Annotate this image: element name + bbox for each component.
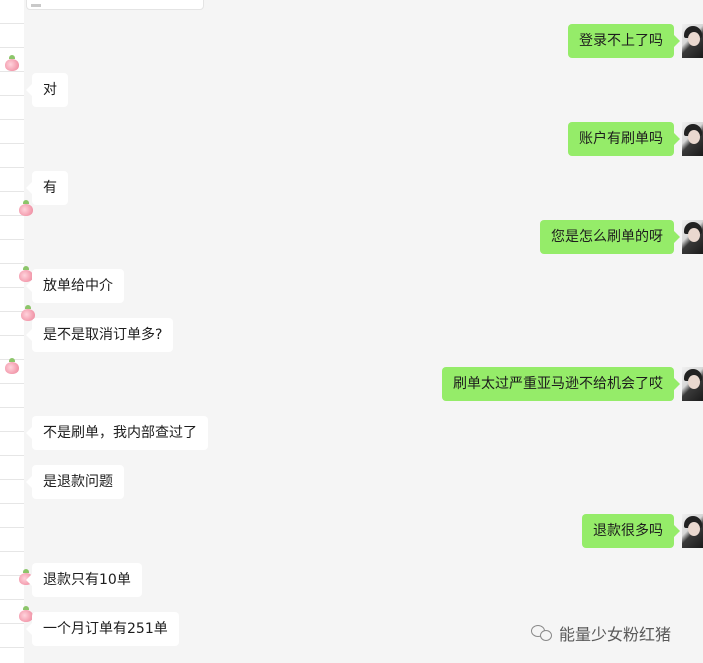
user-avatar[interactable] [682, 220, 703, 254]
received-message[interactable]: 是不是取消订单多? [25, 318, 174, 352]
sent-message[interactable]: 您是怎么刷单的呀 [540, 220, 680, 254]
sent-message[interactable]: 刷单太过严重亚马逊不给机会了哎 [442, 367, 680, 401]
watermark: 能量少女粉红猪 [531, 620, 671, 646]
adjacent-panel-strip [0, 0, 24, 663]
sent-message[interactable]: 登录不上了吗 [568, 24, 680, 58]
sent-message[interactable]: 退款很多吗 [582, 514, 680, 548]
received-message[interactable]: 一个月订单有251单 [26, 612, 179, 646]
wechat-official-account-icon [531, 624, 553, 642]
watermark-text: 能量少女粉红猪 [559, 625, 672, 644]
sent-message[interactable]: 账户有刷单吗 [568, 122, 680, 156]
received-message[interactable]: 有 [26, 171, 68, 205]
previous-message-fragment [26, 0, 204, 10]
user-avatar[interactable] [682, 24, 703, 58]
peach-sticker-icon [5, 358, 19, 374]
peach-sticker-icon [5, 55, 19, 71]
peach-sticker-icon [19, 200, 33, 216]
received-message[interactable]: 对 [26, 73, 68, 107]
peach-sticker-icon [19, 606, 33, 622]
received-message[interactable]: 是退款问题 [26, 465, 124, 499]
received-message[interactable]: 退款只有10单 [26, 563, 142, 597]
user-avatar[interactable] [682, 367, 703, 401]
received-message[interactable]: 放单给中介 [26, 269, 124, 303]
user-avatar[interactable] [682, 122, 703, 156]
received-message[interactable]: 不是刷单，我内部查过了 [26, 416, 208, 450]
user-avatar[interactable] [682, 514, 703, 548]
